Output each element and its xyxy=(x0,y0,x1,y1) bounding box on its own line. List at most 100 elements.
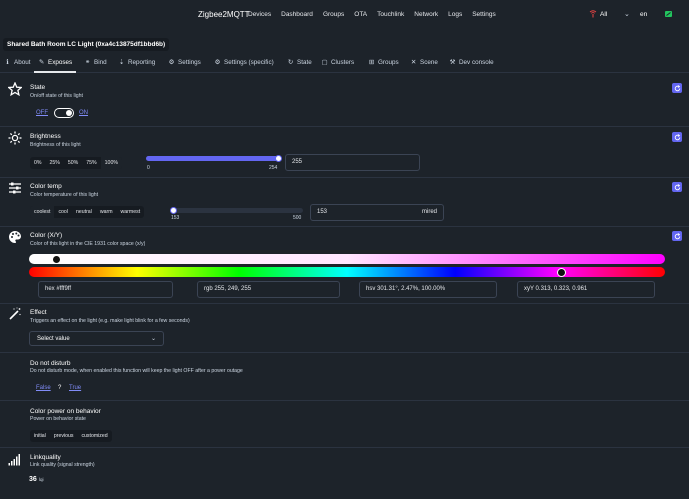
xyy-input[interactable]: xyY 0.313, 0.323, 0.961 xyxy=(517,281,655,298)
color-xy-refresh-button[interactable] xyxy=(672,231,682,241)
device-title: Shared Bath Room LC Light (0xa4c13875df1… xyxy=(3,38,170,51)
tab-dev-console[interactable]: ⚒ Dev console xyxy=(449,59,494,66)
brightness-refresh-button[interactable] xyxy=(672,132,682,142)
tab-groups[interactable]: ⊞ Groups xyxy=(368,59,399,66)
saturation-slider-handle[interactable] xyxy=(51,254,61,264)
permit-join-icon[interactable] xyxy=(589,10,597,18)
refresh-icon xyxy=(674,183,680,190)
color-xy-desc: Color of this light in the CIE 1931 colo… xyxy=(30,241,146,247)
color-temp-refresh-button[interactable] xyxy=(672,182,682,192)
brightness-slider[interactable] xyxy=(146,156,279,161)
palette-icon xyxy=(9,231,21,243)
brightness-preset-0[interactable]: 0% xyxy=(30,157,46,169)
app-brand[interactable]: Zigbee2MQTT xyxy=(198,10,250,19)
power-on-title: Color power on behavior xyxy=(30,408,101,415)
color-temp-slider-handle[interactable] xyxy=(170,207,177,214)
color-temp-slider[interactable] xyxy=(172,208,303,213)
permit-join-target[interactable]: All xyxy=(600,11,607,18)
brightness-section: Brightness Brightness of this light 0% 2… xyxy=(0,127,689,178)
saturation-slider[interactable] xyxy=(29,254,665,264)
state-on-link[interactable]: ON xyxy=(79,110,88,116)
state-section: State On/off state of this light OFF ON xyxy=(0,77,689,127)
nav-dashboard[interactable]: Dashboard xyxy=(281,11,313,18)
brightness-input[interactable]: 255 xyxy=(285,154,420,171)
brightness-preset-50[interactable]: 50% xyxy=(64,157,82,169)
tab-scene[interactable]: ✕ Scene xyxy=(410,59,438,66)
brightness-title: Brightness xyxy=(30,133,61,140)
brightness-slider-handle[interactable] xyxy=(275,155,282,162)
chevron-down-icon[interactable]: ⌄ xyxy=(624,10,630,18)
state-refresh-button[interactable] xyxy=(672,83,682,93)
nav-touchlink[interactable]: Touchlink xyxy=(377,11,404,18)
power-on-desc: Power on behavior state xyxy=(30,416,86,422)
brightness-presets: 0% 25% 50% 75% 100% xyxy=(30,157,122,169)
nav-logs[interactable]: Logs xyxy=(448,11,462,18)
state-toggle[interactable] xyxy=(54,108,74,118)
refresh-icon xyxy=(674,84,680,91)
cross-icon: ✕ xyxy=(410,59,417,66)
power-on-option-initial[interactable]: initial xyxy=(30,430,50,442)
chevron-down-icon: ⌄ xyxy=(150,336,156,342)
color-temp-presets: coolest cool neutral warm warmest xyxy=(30,206,145,218)
power-on-behavior-section: Color power on behavior Power on behavio… xyxy=(0,401,689,448)
hsv-input[interactable]: hsv 301.31°, 2.47%, 100.00% xyxy=(359,281,497,298)
nav-devices[interactable]: Devices xyxy=(248,11,271,18)
brightness-preset-25[interactable]: 25% xyxy=(46,157,64,169)
top-navbar: Zigbee2MQTT Devices Dashboard Groups OTA… xyxy=(0,0,689,30)
wand-icon: ✎ xyxy=(38,59,45,66)
color-temp-preset-warmest[interactable]: warmest xyxy=(117,206,145,218)
nav-network[interactable]: Network xyxy=(414,11,438,18)
magic-wand-icon xyxy=(9,307,21,320)
linkquality-title: Linkquality xyxy=(30,454,61,461)
color-temp-min: 153 xyxy=(171,215,180,221)
brightness-slider-fill xyxy=(146,156,279,161)
hex-input[interactable]: hex #fff9ff xyxy=(38,281,173,298)
refresh-icon xyxy=(674,133,680,140)
effect-select[interactable]: Select value ⌄ xyxy=(29,331,164,346)
linkquality-section: Linkquality Link quality (signal strengt… xyxy=(0,448,689,499)
color-temp-max: 500 xyxy=(293,215,302,221)
refresh-icon: ↻ xyxy=(287,59,294,66)
nav-groups[interactable]: Groups xyxy=(323,11,344,18)
tab-exposes[interactable]: ✎ Exposes xyxy=(38,59,72,66)
signal-bars-icon xyxy=(8,454,20,466)
nav-settings[interactable]: Settings xyxy=(472,11,496,18)
brightness-preset-75[interactable]: 75% xyxy=(82,157,100,169)
dnd-false-link[interactable]: False xyxy=(36,385,51,391)
linkquality-unit: lqi xyxy=(38,478,44,483)
tab-about[interactable]: ℹ About xyxy=(4,59,30,66)
active-tab-indicator xyxy=(34,71,76,73)
brightness-preset-100[interactable]: 100% xyxy=(100,157,122,169)
language-selector[interactable]: en xyxy=(640,11,647,18)
state-title: State xyxy=(30,84,46,91)
gears-icon: ⚙ xyxy=(214,59,221,66)
color-temp-preset-warm[interactable]: warm xyxy=(96,206,117,218)
power-on-option-previous[interactable]: previous xyxy=(50,430,78,442)
tab-clusters[interactable]: ▢ Clusters xyxy=(321,59,355,66)
refresh-icon xyxy=(674,232,680,239)
color-temp-preset-coolest[interactable]: coolest xyxy=(30,206,55,218)
theme-toggle-icon[interactable] xyxy=(665,11,672,17)
effect-desc: Triggers an effect on the light (e.g. ma… xyxy=(30,318,190,324)
tab-bind[interactable]: ⚭ Bind xyxy=(84,59,107,66)
device-tabs: ℹ About ✎ Exposes ⚭ Bind ⇣ Reporting ⚙ Settin… xyxy=(0,55,689,73)
color-temp-preset-neutral[interactable]: neutral xyxy=(72,206,96,218)
tab-settings-specific[interactable]: ⚙ Settings (specific) xyxy=(214,59,274,66)
brightness-desc: Brightness of this light xyxy=(30,142,81,148)
tab-reporting[interactable]: ⇣ Reporting xyxy=(118,59,155,66)
color-temp-preset-cool[interactable]: cool xyxy=(54,206,72,218)
rgb-input[interactable]: rgb 255, 249, 255 xyxy=(197,281,340,298)
dnd-unknown-value: ? xyxy=(58,385,62,391)
dnd-true-link[interactable]: True xyxy=(69,385,81,391)
dnd-title: Do not disturb xyxy=(30,360,71,367)
download-icon: ⇣ xyxy=(118,59,125,66)
power-on-option-customized[interactable]: customized xyxy=(77,430,111,442)
nav-ota[interactable]: OTA xyxy=(354,11,367,18)
dnd-desc: Do not disturb mode, when enabled this f… xyxy=(30,368,243,374)
tab-settings[interactable]: ⚙ Settings xyxy=(168,59,201,66)
tab-state[interactable]: ↻ State xyxy=(287,59,312,66)
hue-slider[interactable] xyxy=(29,267,665,277)
state-off-link[interactable]: OFF xyxy=(36,110,48,116)
hue-slider-handle[interactable] xyxy=(556,267,566,277)
color-temp-input[interactable]: 153 mired xyxy=(310,204,444,221)
